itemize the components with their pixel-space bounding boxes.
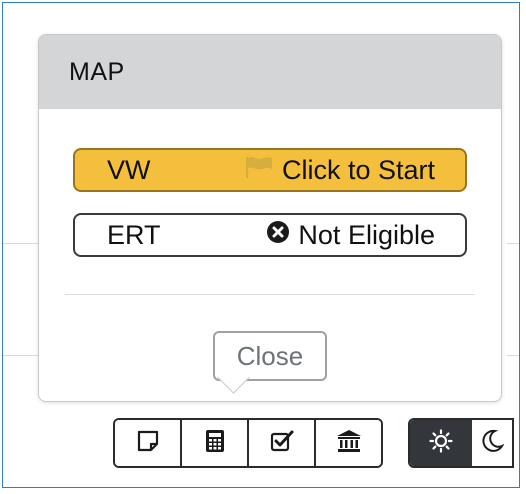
map-popover: MAP VW Click to Start ERT Not Eligible C… <box>38 34 502 402</box>
calculator-icon <box>205 429 225 458</box>
item-status-label: Click to Start <box>281 154 435 185</box>
flag-icon <box>244 154 274 187</box>
ert-status-item: ERT Not Eligible <box>73 213 467 257</box>
vw-start-button[interactable]: VW Click to Start <box>73 148 467 192</box>
calculator-button[interactable] <box>182 420 249 466</box>
note-button[interactable] <box>115 420 182 466</box>
sun-icon <box>429 428 453 458</box>
item-status: Click to Start <box>244 154 435 187</box>
moon-icon <box>480 429 505 458</box>
dark-theme-button[interactable] <box>472 420 512 466</box>
item-code: VW <box>107 154 151 185</box>
note-icon <box>137 430 159 457</box>
background-divider <box>507 243 519 244</box>
light-theme-button[interactable] <box>410 420 472 466</box>
background-divider <box>507 355 519 356</box>
background-divider <box>3 355 39 356</box>
x-circle-icon <box>266 220 290 251</box>
bank-button[interactable] <box>316 420 381 466</box>
tools-toolbar <box>113 418 383 468</box>
checklist-icon <box>270 430 294 457</box>
theme-toggle <box>408 418 514 468</box>
popover-divider <box>65 294 475 295</box>
bank-icon <box>336 429 362 458</box>
item-status: Not Eligible <box>266 220 435 251</box>
item-code: ERT <box>107 219 161 250</box>
background-divider <box>3 243 39 244</box>
checklist-button[interactable] <box>249 420 316 466</box>
popover-title: MAP <box>39 35 501 109</box>
item-status-label: Not Eligible <box>298 219 435 250</box>
